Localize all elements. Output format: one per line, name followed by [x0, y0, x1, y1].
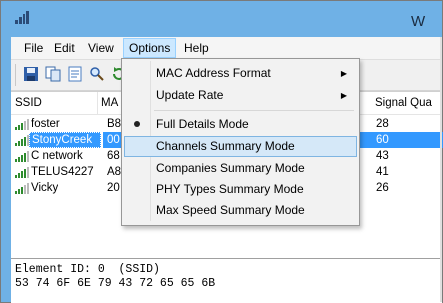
window-right-border — [440, 37, 442, 302]
cell-signal: 26 — [376, 182, 389, 194]
menu-item-label: MAC Address Format — [156, 66, 271, 80]
app-window: W File Edit View Options Help SSID MA Si… — [0, 0, 443, 303]
title-bar[interactable]: W — [1, 1, 442, 37]
menu-item-label: PHY Types Summary Mode — [156, 182, 304, 196]
cell-mac: A8 — [107, 166, 122, 178]
element-id-text: Element ID: 0 (SSID) — [15, 263, 160, 276]
menu-item-label: Update Rate — [156, 88, 224, 102]
cell-signal: 60 — [376, 134, 389, 146]
menu-separator — [154, 110, 354, 111]
toolbar-separator — [15, 64, 16, 86]
cell-mac: B8 — [107, 118, 122, 130]
find-icon[interactable] — [89, 66, 105, 82]
column-header-ssid[interactable]: SSID — [11, 92, 98, 114]
cell-mac: 20 — [107, 182, 120, 194]
element-details-pane[interactable]: Element ID: 0 (SSID) 53 74 6F 6E 79 43 7… — [11, 258, 442, 303]
signal-strength-icon — [15, 166, 29, 178]
cell-ssid: foster — [31, 118, 60, 130]
cell-signal: 41 — [376, 166, 389, 178]
menu-options[interactable]: Options — [123, 38, 177, 58]
cell-signal: 43 — [376, 150, 389, 162]
cell-ssid: TELUS4227 — [31, 166, 94, 178]
signal-strength-icon — [15, 118, 29, 130]
menu-help[interactable]: Help — [179, 39, 214, 57]
column-header-signal-quality[interactable]: Signal Qua — [371, 92, 441, 114]
menu-bar: File Edit View Options Help — [11, 37, 442, 60]
menu-item-update-rate[interactable]: Update Rate ▶ — [124, 85, 355, 106]
hex-bytes-text: 53 74 6F 6E 79 43 72 65 65 6B — [15, 277, 216, 290]
menu-item-phy-types-summary-mode[interactable]: PHY Types Summary Mode — [124, 179, 355, 200]
column-header-mac[interactable]: MA — [97, 92, 122, 114]
wifi-app-icon — [15, 10, 29, 24]
signal-strength-icon — [15, 134, 29, 146]
menu-item-label: Max Speed Summary Mode — [156, 203, 305, 217]
menu-item-mac-address-format[interactable]: MAC Address Format ▶ — [124, 63, 355, 84]
submenu-arrow-icon: ▶ — [340, 69, 347, 78]
radio-checked-icon — [134, 121, 140, 127]
signal-strength-icon — [15, 150, 29, 162]
window-title: W — [411, 13, 426, 30]
save-icon[interactable] — [23, 66, 39, 82]
cell-mac: 68 — [107, 150, 120, 162]
menu-view[interactable]: View — [83, 39, 119, 57]
menu-item-label: Full Details Mode — [156, 117, 249, 131]
submenu-arrow-icon: ▶ — [340, 91, 347, 100]
menu-item-full-details-mode[interactable]: Full Details Mode — [124, 114, 355, 135]
properties-icon[interactable] — [67, 66, 83, 82]
menu-item-max-speed-summary-mode[interactable]: Max Speed Summary Mode — [124, 200, 355, 221]
copy-icon[interactable] — [45, 66, 61, 82]
menu-file[interactable]: File — [19, 39, 48, 57]
menu-edit[interactable]: Edit — [49, 39, 80, 57]
signal-strength-icon — [15, 182, 29, 194]
menu-item-channels-summary-mode[interactable]: Channels Summary Mode — [124, 136, 357, 157]
menu-item-label: Companies Summary Mode — [156, 161, 305, 175]
menu-item-companies-summary-mode[interactable]: Companies Summary Mode — [124, 158, 355, 179]
options-menu: MAC Address Format ▶ Update Rate ▶ Full … — [121, 58, 360, 226]
menu-item-label: Channels Summary Mode — [156, 139, 295, 153]
cell-ssid: C network — [31, 150, 83, 162]
cell-signal: 28 — [376, 118, 389, 130]
cell-ssid: StonyCreek — [29, 132, 101, 148]
cell-ssid: Vicky — [31, 182, 59, 194]
